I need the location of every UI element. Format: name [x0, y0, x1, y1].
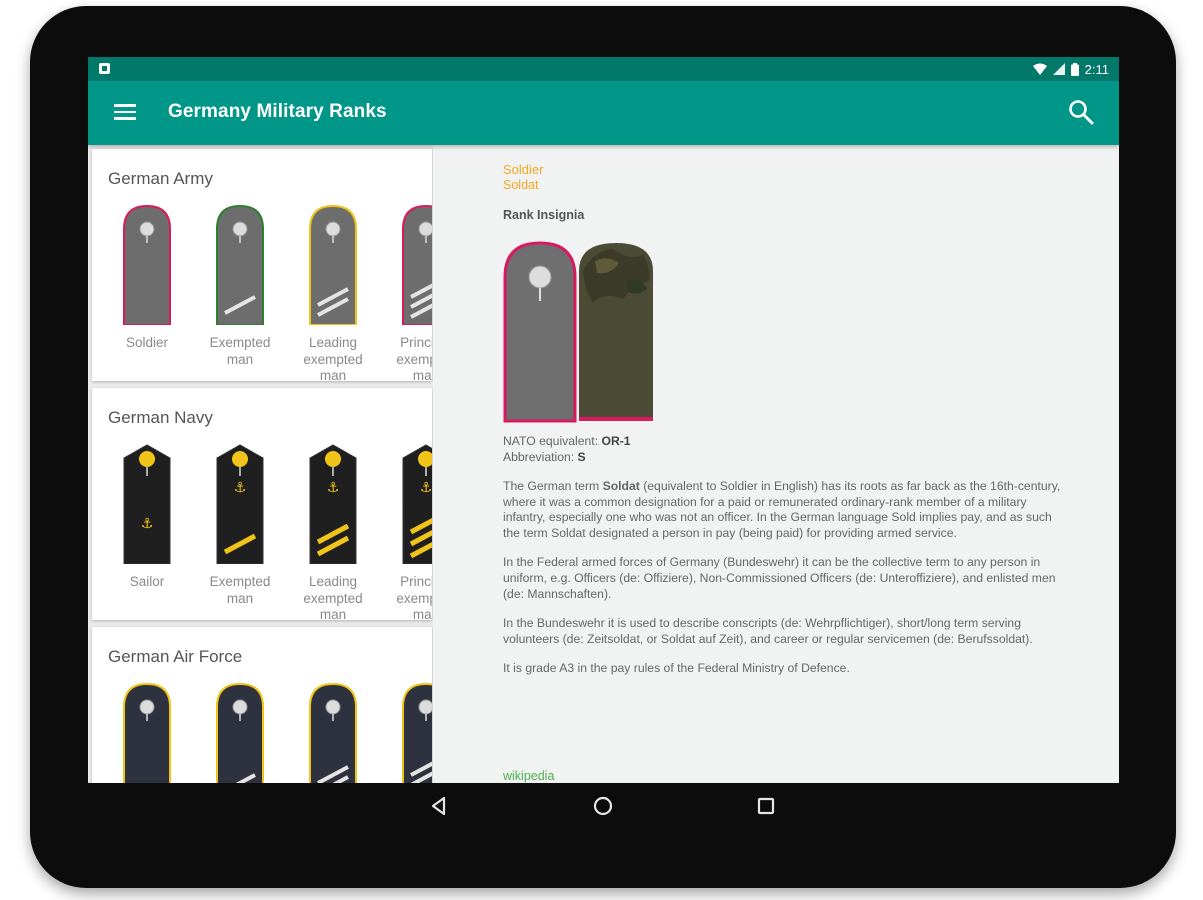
signal-icon [1052, 63, 1065, 75]
svg-text:⚓: ⚓ [420, 480, 432, 496]
svg-text:⚓: ⚓ [141, 516, 154, 532]
abbreviation-row: Abbreviation: S [503, 450, 631, 466]
wifi-icon [1032, 63, 1047, 75]
description-paragraph: In the Bundeswehr it is used to describe… [503, 616, 1033, 646]
rank-label: Exempted man [209, 335, 271, 367]
army-soldier-insignia-icon [123, 205, 171, 325]
home-icon[interactable] [592, 795, 614, 817]
rank-categories-pane: German Army Soldier Exempted man Leading… [88, 145, 433, 783]
search-icon[interactable] [1067, 98, 1095, 126]
airforce-insignia-icon [123, 683, 171, 783]
navy-principal-exempted-insignia-icon: ⚓ [402, 444, 432, 564]
army-exempted-insignia-icon [216, 205, 264, 325]
app-title: Germany Military Ranks [168, 101, 387, 122]
description-paragraph: It is grade A3 in the pay rules of the F… [503, 661, 850, 676]
description-paragraph: In the Federal armed forces of Germany (… [503, 555, 1056, 601]
nato-value: OR-1 [601, 434, 631, 448]
category-card-air-force: German Air Force [92, 627, 432, 783]
menu-icon[interactable] [114, 101, 136, 123]
rank-german-name: Soldat [503, 178, 539, 192]
description-term: Soldat [602, 479, 640, 493]
army-principal-exempted-insignia-icon [402, 205, 432, 325]
svg-text:⚓: ⚓ [234, 480, 247, 496]
rank-label: Leading exempted man [303, 335, 363, 381]
svg-text:⚓: ⚓ [327, 480, 340, 496]
rank-label: Exempted man [209, 574, 271, 606]
system-nav-bar [88, 783, 1119, 829]
navy-exempted-insignia-icon: ⚓ [216, 444, 264, 564]
nato-row: NATO equivalent: OR-1 [503, 434, 631, 450]
recents-icon[interactable] [755, 795, 777, 817]
notification-icon [99, 63, 110, 74]
source-link[interactable]: wikipedia [503, 769, 554, 783]
rank-name: Soldier [503, 162, 544, 177]
screen: 2:11 Germany Military Ranks German Army … [88, 57, 1119, 783]
insignia-heading: Rank Insignia [503, 208, 585, 222]
back-icon[interactable] [428, 795, 450, 817]
status-icons: 2:11 [1032, 60, 1109, 78]
abbreviation-label: Abbreviation: [503, 449, 575, 464]
battery-icon [1070, 62, 1079, 76]
navy-leading-exempted-insignia-icon: ⚓ [309, 444, 357, 564]
abbreviation-value: S [577, 449, 586, 464]
description-paragraph: The German term Soldat (equivalent to So… [503, 479, 1063, 541]
category-title: German Army [108, 169, 213, 188]
nato-label: NATO equivalent: [503, 434, 599, 448]
army-leading-exempted-insignia-icon [309, 205, 357, 325]
category-title: German Navy [108, 408, 213, 427]
rank-detail-pane: Soldier Soldat Rank Insignia NATO equiva… [433, 145, 1119, 783]
description-text: The German term [503, 479, 603, 493]
rank-description: The German term Soldat (equivalent to So… [503, 479, 1063, 691]
status-time: 2:11 [1084, 61, 1109, 77]
status-bar: 2:11 [88, 57, 1119, 81]
rank-label: Leading exempted man [303, 574, 363, 620]
rank-label: Sailor [129, 574, 165, 589]
airforce-insignia-icon [309, 683, 357, 783]
category-card-navy: German Navy ⚓ Sailor ⚓ Exempted man ⚓ Le… [92, 388, 432, 620]
airforce-insignia-icon [402, 683, 432, 783]
rank-label: Principal exempted man [396, 574, 432, 620]
navy-sailor-insignia-icon: ⚓ [123, 444, 171, 564]
airforce-insignia-icon [216, 683, 264, 783]
app-bar: Germany Military Ranks [88, 81, 1119, 145]
rank-label: Principal exempted man [396, 335, 432, 381]
category-title: German Air Force [108, 647, 243, 666]
soldier-insignia-large-icon [503, 241, 653, 423]
rank-info: NATO equivalent: OR-1 Abbreviation: S [503, 434, 631, 465]
rank-label: Soldier [125, 335, 169, 350]
category-card-army: German Army Soldier Exempted man Leading… [92, 149, 432, 381]
